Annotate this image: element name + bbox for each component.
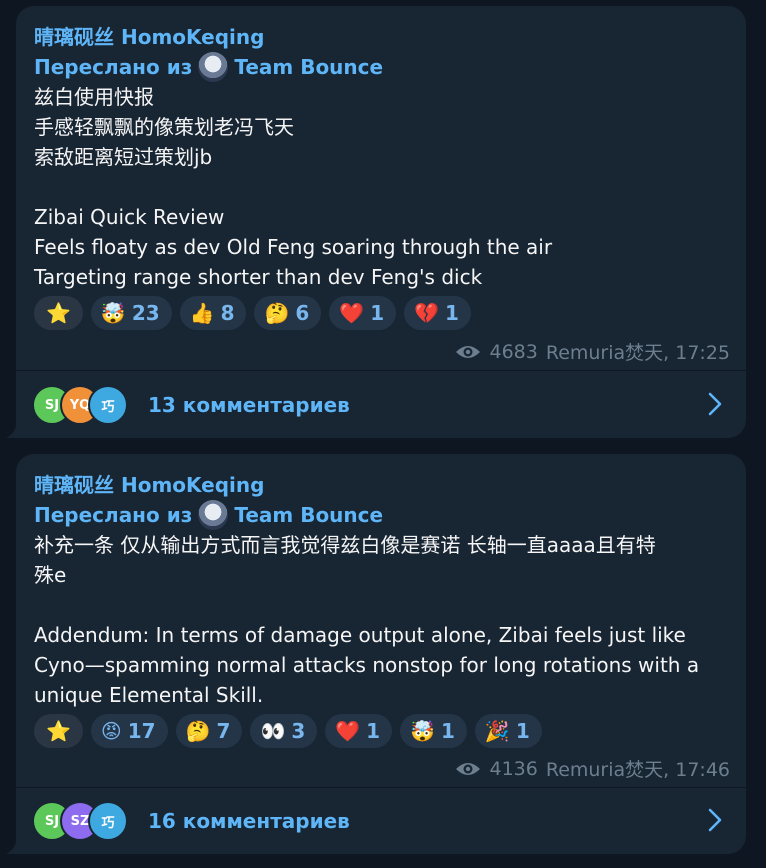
forward-channel-name[interactable]: Team Bounce [234,500,383,530]
eye-icon [456,345,481,358]
reaction-count: 1 [441,719,455,743]
reaction-count: 1 [366,719,381,743]
reaction-chip[interactable]: 🤔 6 [254,296,322,330]
bubble-tail [6,842,16,854]
reaction-chip[interactable]: 👍 8 [179,296,247,330]
party-popper-icon: 🎉 [484,719,510,743]
star-icon: ⭐ [46,719,71,743]
avatar: 巧 [88,385,128,425]
author-time: Remuria焚天, 17:46 [545,759,730,781]
exploding-head-icon: 🤯 [100,301,126,325]
reaction-chip[interactable]: 🤯 23 [90,296,172,330]
commenter-avatars: SJ YQ 巧 [32,385,128,425]
view-count: 4683 [489,340,538,363]
forward-prefix: Переслано из [34,55,193,79]
forwarded-from[interactable]: Переслано из Team Bounce [34,500,728,530]
comments-button[interactable]: SJ YQ 巧 13 комментариев [16,372,746,438]
thinking-face-icon: 🤔 [264,301,290,325]
channel-avatar [198,52,229,82]
channel-post: 晴璃砚丝 HomoKeqing Переслано из Team Bounce… [6,6,746,438]
angry-face-icon: 😡 [100,719,122,743]
channel-avatar [198,500,229,530]
author-time: Remuria焚天, 17:25 [545,342,730,364]
reaction-count: 3 [291,719,306,743]
forwarded-from[interactable]: Переслано из Team Bounce [34,52,728,82]
reaction-chip[interactable]: ❤️ 1 [329,296,397,330]
divider [16,370,746,371]
reaction-count: 1 [515,719,530,743]
reaction-chip[interactable]: 🤯 1 [400,714,467,748]
reaction-chip[interactable]: ⭐ [34,296,83,330]
reaction-count: 1 [445,301,459,325]
eye-icon [456,762,481,775]
avatar: 巧 [88,801,128,841]
sender-name[interactable]: 晴璃砚丝 HomoKeqing [34,470,728,500]
reactions-bar: ⭐ 😡 17 🤔 7 👀 3 ❤️ 1 🤯 1 🎉 1 [34,714,728,748]
reaction-chip[interactable]: 😡 17 [90,714,168,748]
reaction-count: 1 [370,301,385,325]
message-meta: 4136 Remuria焚天, 17:46 [455,755,730,782]
eyes-icon: 👀 [260,719,286,743]
comments-count-label: 13 комментариев [148,393,350,417]
message-meta: 4683 Remuria焚天, 17:25 [455,338,730,365]
message-text: 补充一条 仅从输出方式而言我觉得兹白像是赛诺 长轴一直aaaa且有特 殊e Ad… [34,533,700,707]
thumbs-up-icon: 👍 [189,301,215,325]
heart-icon: ❤️ [335,719,361,743]
reaction-chip[interactable]: 🤔 7 [175,714,243,748]
reaction-count: 8 [220,301,235,325]
comments-button[interactable]: SJ SZ 巧 16 комментариев [16,788,746,854]
broken-heart-icon: 💔 [414,301,440,325]
chevron-right-icon [708,392,722,416]
commenter-avatars: SJ SZ 巧 [32,801,128,841]
channel-post: 晴璃砚丝 HomoKeqing Переслано из Team Bounce… [6,454,746,854]
comments-count-label: 16 комментариев [148,809,350,833]
reaction-chip[interactable]: 👀 3 [250,714,318,748]
exploding-head-icon: 🤯 [410,719,435,743]
reaction-chip[interactable]: ❤️ 1 [325,714,393,748]
forward-channel-name[interactable]: Team Bounce [234,52,383,82]
reaction-count: 23 [131,301,160,325]
reaction-chip[interactable]: 🎉 1 [474,714,542,748]
forward-prefix: Переслано из [34,503,193,527]
reaction-count: 6 [295,301,310,325]
reaction-count: 17 [127,719,156,743]
chevron-right-icon [708,808,722,832]
message-text: 兹白使用快报 手感轻飘飘的像策划老冯飞天 索敌距离短过策划jb Zibai Qu… [34,85,553,289]
thinking-face-icon: 🤔 [185,719,211,743]
bubble-tail [6,426,16,438]
view-count: 4136 [489,757,538,780]
star-icon: ⭐ [46,301,71,325]
reaction-count: 7 [216,719,231,743]
heart-icon: ❤️ [339,301,365,325]
reaction-chip[interactable]: 💔 1 [404,296,471,330]
reactions-bar: ⭐ 🤯 23 👍 8 🤔 6 ❤️ 1 💔 1 [34,296,728,330]
sender-name[interactable]: 晴璃砚丝 HomoKeqing [34,22,728,52]
reaction-chip[interactable]: ⭐ [34,714,83,748]
